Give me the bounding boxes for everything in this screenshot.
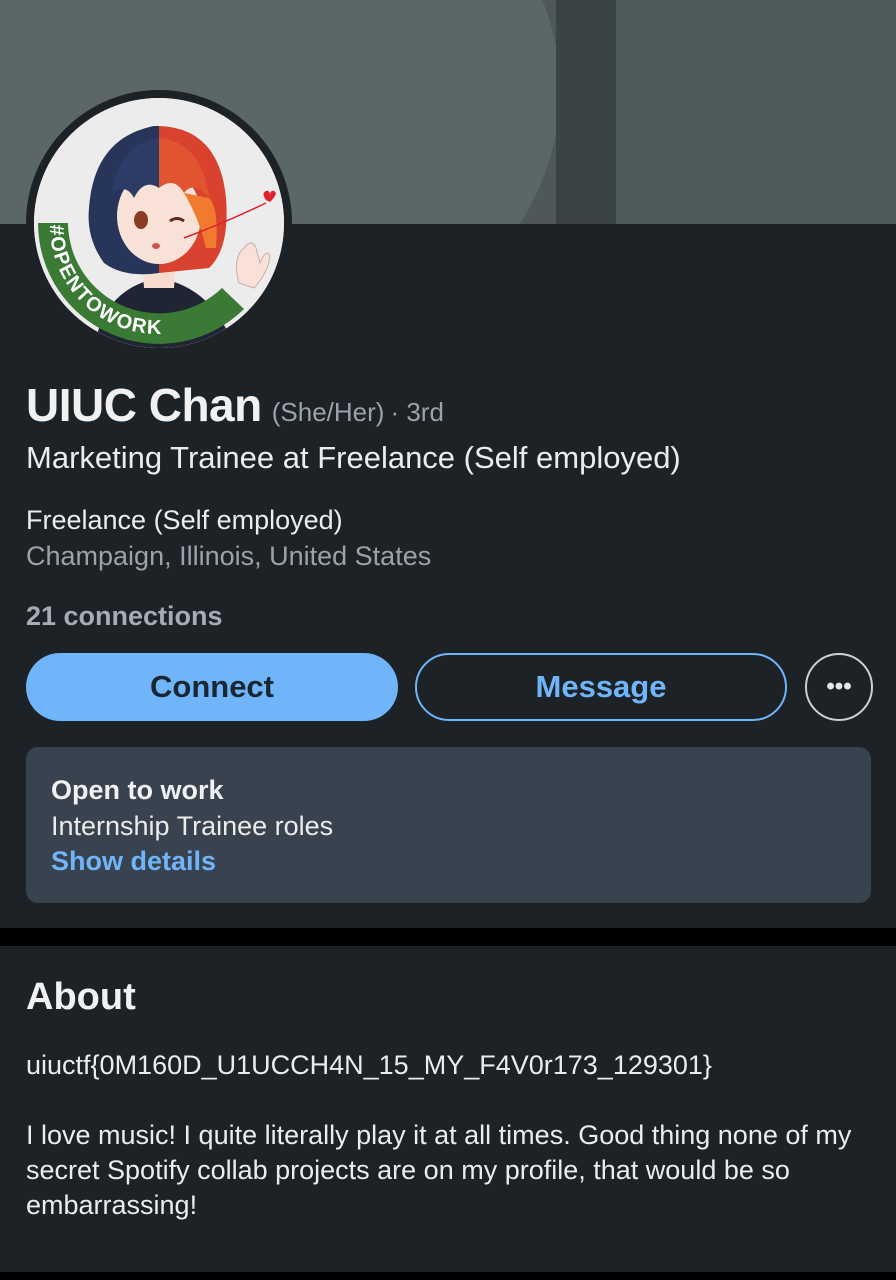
more-icon: ••• [826, 673, 852, 700]
name-row: UIUC Chan (She/Her) · 3rd [26, 378, 444, 432]
open-to-work-roles: Internship Trainee roles [51, 811, 334, 841]
profile-headline: Marketing Trainee at Freelance (Self emp… [26, 440, 681, 475]
open-to-work-title: Open to work [51, 775, 224, 805]
profile-name: UIUC Chan [26, 379, 262, 431]
svg-text:#OPENTOWORK: #OPENTOWORK [45, 224, 163, 339]
show-details-link[interactable]: Show details [51, 846, 216, 877]
connection-degree: · 3rd [390, 397, 444, 427]
connections-count[interactable]: 21 connections [26, 601, 223, 632]
more-actions-button[interactable]: ••• [805, 653, 873, 721]
about-flag-text: uiuctf{0M160D_U1UCCH4N_15_MY_F4V0r173_12… [26, 1050, 712, 1080]
profile-company[interactable]: Freelance (Self employed) [26, 505, 343, 536]
banner-panel [616, 0, 896, 224]
profile-location: Champaign, Illinois, United States [26, 541, 432, 571]
about-section: About uiuctf{0M160D_U1UCCH4N_15_MY_F4V0r… [0, 946, 896, 1272]
profile-pronouns: (She/Her) [271, 397, 385, 427]
about-description: I love music! I quite literally play it … [26, 1120, 852, 1220]
open-to-work-badge: #OPENTOWORK [38, 223, 244, 344]
about-title: About [26, 976, 136, 1018]
section-divider [0, 928, 896, 946]
open-to-work-card[interactable]: Open to work Internship Trainee roles Sh… [26, 747, 871, 903]
bottom-divider [0, 1272, 896, 1280]
banner-strip [556, 0, 616, 224]
open-to-work-badge-text: #OPENTOWORK [45, 224, 162, 339]
message-button[interactable]: Message [415, 653, 787, 721]
connect-button[interactable]: Connect [26, 653, 398, 721]
